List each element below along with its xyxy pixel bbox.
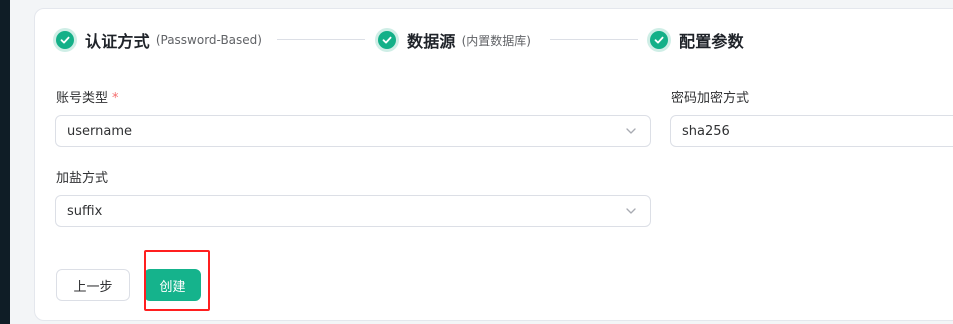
account-type-select[interactable]: username [55, 115, 651, 147]
step-auth-method: 认证方式 (Password-Based) [53, 27, 262, 53]
step-subtitle: (Password-Based) [155, 33, 262, 47]
account-type-value: username [67, 123, 132, 139]
step-title: 配置参数 [679, 32, 744, 51]
password-encryption-select[interactable]: sha256 [670, 115, 953, 147]
password-encryption-label-text: 密码加密方式 [671, 91, 750, 106]
previous-step-button[interactable]: 上一步 [56, 269, 130, 301]
required-mark: * [112, 91, 119, 106]
authentication-config-card: 认证方式 (Password-Based) 数据源 (内置数据库) 配置参数 账… [34, 8, 953, 321]
account-type-label-text: 账号类型 [56, 91, 109, 106]
check-circle-icon [647, 28, 671, 52]
step-connector [277, 39, 365, 40]
step-title: 数据源 [407, 32, 456, 51]
check-circle-icon [53, 28, 77, 52]
salt-method-label: 加盐方式 [56, 167, 108, 186]
step-subtitle: (内置数据库) [461, 33, 531, 48]
create-button[interactable]: 创建 [144, 269, 201, 301]
salt-method-value: suffix [67, 203, 103, 219]
step-connector [550, 39, 638, 40]
password-encryption-label: 密码加密方式 [671, 87, 749, 106]
account-type-label: 账号类型 * [56, 87, 119, 106]
chevron-down-icon [626, 208, 636, 214]
check-circle-icon [375, 28, 399, 52]
create-label: 创建 [159, 279, 186, 295]
salt-method-select[interactable]: suffix [55, 195, 651, 227]
left-sidebar-edge [0, 0, 10, 324]
step-config-params: 配置参数 [647, 27, 744, 53]
previous-step-label: 上一步 [73, 279, 113, 295]
salt-method-label-text: 加盐方式 [56, 171, 109, 186]
chevron-down-icon [626, 128, 636, 134]
step-title: 认证方式 [85, 32, 150, 51]
step-data-source: 数据源 (内置数据库) [375, 27, 531, 53]
password-encryption-value: sha256 [682, 123, 730, 139]
